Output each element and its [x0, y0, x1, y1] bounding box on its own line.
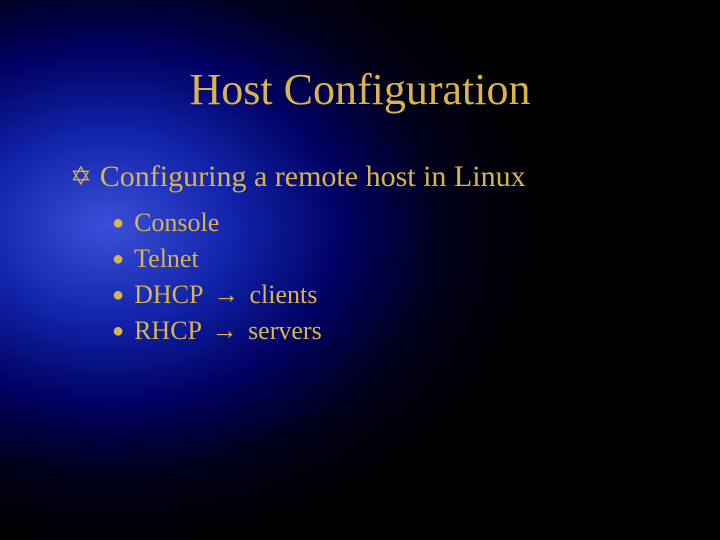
dot-icon: ●	[112, 244, 124, 274]
list-item-text: DHCP → clients	[134, 280, 317, 310]
bullet-level2-list: ● Console ● Telnet ● DHCP	[112, 208, 680, 346]
list-item-label: Console	[134, 208, 219, 237]
slide-body: ✡ Configuring a remote host in Linux ● C…	[70, 160, 680, 352]
list-item: ● Console	[112, 208, 680, 238]
list-item-text: RHCP → servers	[134, 316, 322, 346]
dot-icon: ●	[112, 208, 124, 238]
dot-icon: ●	[112, 316, 124, 346]
list-item-target: clients	[249, 280, 317, 309]
bullet-level1: ✡ Configuring a remote host in Linux	[70, 160, 680, 194]
list-item-text: Telnet	[134, 244, 213, 274]
star-icon: ✡	[70, 160, 92, 194]
list-item-label: DHCP	[134, 280, 202, 309]
list-item-target: servers	[248, 316, 322, 345]
bullet-level1-text: Configuring a remote host in Linux	[100, 160, 526, 194]
slide-title: Host Configuration	[0, 64, 720, 115]
list-item-label: RHCP	[134, 316, 201, 345]
dot-icon: ●	[112, 280, 124, 310]
list-item: ● DHCP → clients	[112, 280, 680, 310]
list-item: ● RHCP → servers	[112, 316, 680, 346]
arrow-icon: →	[208, 316, 242, 346]
list-item-label: Telnet	[134, 244, 199, 273]
list-item-text: Console	[134, 208, 234, 238]
slide: Host Configuration ✡ Configuring a remot…	[0, 0, 720, 540]
arrow-icon: →	[209, 280, 243, 310]
list-item: ● Telnet	[112, 244, 680, 274]
